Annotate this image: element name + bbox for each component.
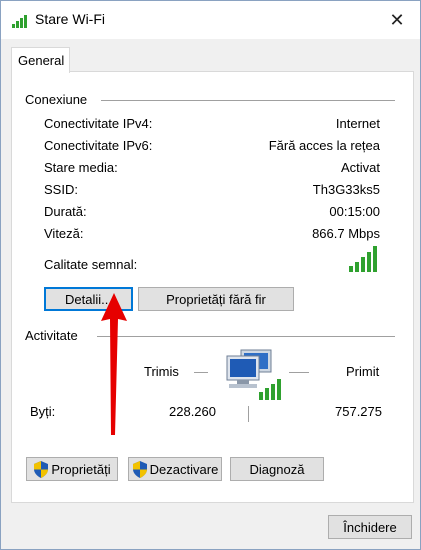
- ipv6-label: Conectivitate IPv6:: [44, 138, 153, 153]
- received-dash: [289, 372, 309, 373]
- general-panel: Conexiune Conectivitate IPv4: Internet C…: [11, 71, 414, 503]
- signal-quality-label: Calitate semnal:: [44, 257, 138, 272]
- wifi-status-window: Stare Wi-Fi ✕ General Conexiune Conectiv…: [0, 0, 421, 550]
- diagnose-button[interactable]: Diagnoză: [230, 457, 324, 481]
- signal-bars-icon: [349, 246, 377, 272]
- tab-label: General: [18, 53, 65, 68]
- bytes-sent-value: 228.260: [169, 404, 216, 419]
- ipv4-label: Conectivitate IPv4:: [44, 116, 153, 131]
- duration-value: 00:15:00: [329, 204, 380, 219]
- bytes-received-value: 757.275: [335, 404, 382, 419]
- red-arrow-annotation: [101, 293, 127, 435]
- sent-label: Trimis: [144, 364, 179, 379]
- close-icon[interactable]: ✕: [374, 1, 420, 39]
- ssid-value: Th3G33ks5: [312, 182, 380, 197]
- received-label: Primit: [346, 364, 380, 379]
- title-bar: Stare Wi-Fi ✕: [1, 1, 420, 39]
- properties-button-label: Proprietăți: [51, 461, 111, 477]
- ipv4-value: Internet: [335, 116, 380, 131]
- wifi-signal-icon: [12, 15, 27, 28]
- media-state-value: Activat: [340, 160, 380, 175]
- duration-label: Durată:: [44, 204, 87, 219]
- activity-connector: [248, 406, 249, 422]
- tab-general[interactable]: General: [11, 47, 70, 73]
- shield-icon: [34, 460, 49, 478]
- connection-divider: [101, 100, 395, 101]
- ssid-label: SSID:: [44, 182, 78, 197]
- properties-button[interactable]: Proprietăți: [26, 457, 118, 481]
- speed-label: Viteză:: [44, 226, 84, 241]
- connection-group-title: Conexiune: [25, 92, 88, 107]
- sent-dash: [194, 372, 208, 373]
- window-title: Stare Wi-Fi: [35, 11, 105, 27]
- activity-divider: [97, 336, 395, 337]
- shield-icon: [132, 460, 147, 478]
- ipv6-value: Fără acces la rețea: [268, 138, 380, 153]
- activity-group-title: Activitate: [25, 328, 78, 343]
- network-computers-icon: [226, 349, 281, 400]
- media-state-label: Stare media:: [44, 160, 118, 175]
- disable-button[interactable]: Dezactivare: [128, 457, 222, 481]
- speed-value: 866.7 Mbps: [312, 226, 380, 241]
- close-button[interactable]: Închidere: [328, 515, 412, 539]
- wireless-properties-button[interactable]: Proprietăți fără fir: [138, 287, 294, 311]
- bytes-label: Byți:: [30, 404, 56, 419]
- disable-button-label: Dezactivare: [149, 461, 219, 477]
